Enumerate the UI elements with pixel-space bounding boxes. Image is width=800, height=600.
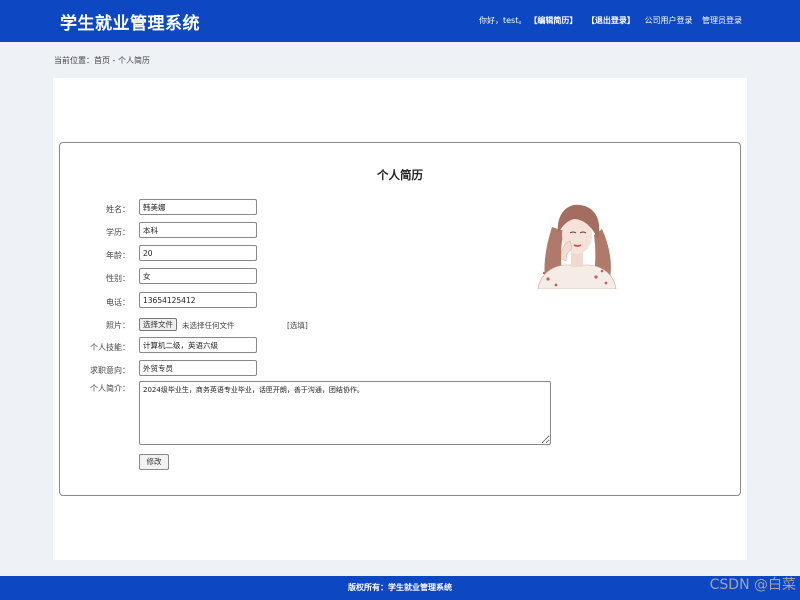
education-input[interactable]	[139, 222, 257, 238]
top-nav: 你好，test。 【编辑简历】 【退出登录】 公司用户登录 管理员登录	[479, 15, 742, 26]
gender-input[interactable]	[139, 268, 257, 284]
skills-label: 个人技能：	[90, 343, 130, 352]
top-header: 学生就业管理系统 你好，test。 【编辑简历】 【退出登录】 公司用户登录 管理…	[0, 0, 800, 42]
csdn-watermark: CSDN @白菜	[709, 577, 796, 593]
submit-button[interactable]: 修改	[139, 454, 169, 470]
age-label: 年龄：	[106, 251, 130, 260]
choose-file-button[interactable]: 选择文件	[139, 318, 177, 331]
profile-photo	[537, 204, 617, 289]
bio-label: 个人简介：	[90, 384, 130, 393]
logout-link[interactable]: 【退出登录】	[587, 16, 635, 25]
gender-label: 性别：	[106, 274, 130, 283]
photo-label: 照片：	[106, 321, 130, 330]
bio-textarea[interactable]: 2024级毕业生，商务英语专业毕业，话匣开朗，善于沟通，团结协作。	[139, 381, 551, 445]
file-status-text: 未选择任何文件	[182, 321, 235, 330]
greeting-text: 你好，test。	[478, 16, 527, 25]
edit-resume-link[interactable]: 【编辑简历】	[533, 16, 577, 25]
intention-input[interactable]	[139, 360, 257, 376]
phone-input[interactable]	[139, 292, 257, 308]
name-label: 姓名：	[106, 205, 130, 214]
phone-label: 电话：	[106, 298, 130, 307]
optional-hint: [选填]	[287, 321, 308, 330]
main-content: 个人简历 姓名： 学历： 年龄： 性别： 电话： 照片： 选择文件 未选择任何文…	[53, 78, 747, 560]
intention-label: 求职意向：	[90, 366, 130, 375]
company-login-link[interactable]: 公司用户登录	[644, 16, 692, 25]
skills-input[interactable]	[139, 337, 257, 353]
admin-login-link[interactable]: 管理员登录	[702, 16, 742, 25]
resume-form-card: 个人简历 姓名： 学历： 年龄： 性别： 电话： 照片： 选择文件 未选择任何文…	[59, 142, 741, 496]
name-input[interactable]	[139, 199, 257, 215]
resume-title: 个人简历	[377, 168, 423, 182]
app-logo-title: 学生就业管理系统	[60, 14, 200, 34]
breadcrumb: 当前位置：首页 - 个人简历	[54, 56, 150, 65]
footer-copyright: 版权所有：学生就业管理系统	[0, 576, 800, 600]
age-input[interactable]	[139, 245, 257, 261]
education-label: 学历：	[106, 228, 130, 237]
